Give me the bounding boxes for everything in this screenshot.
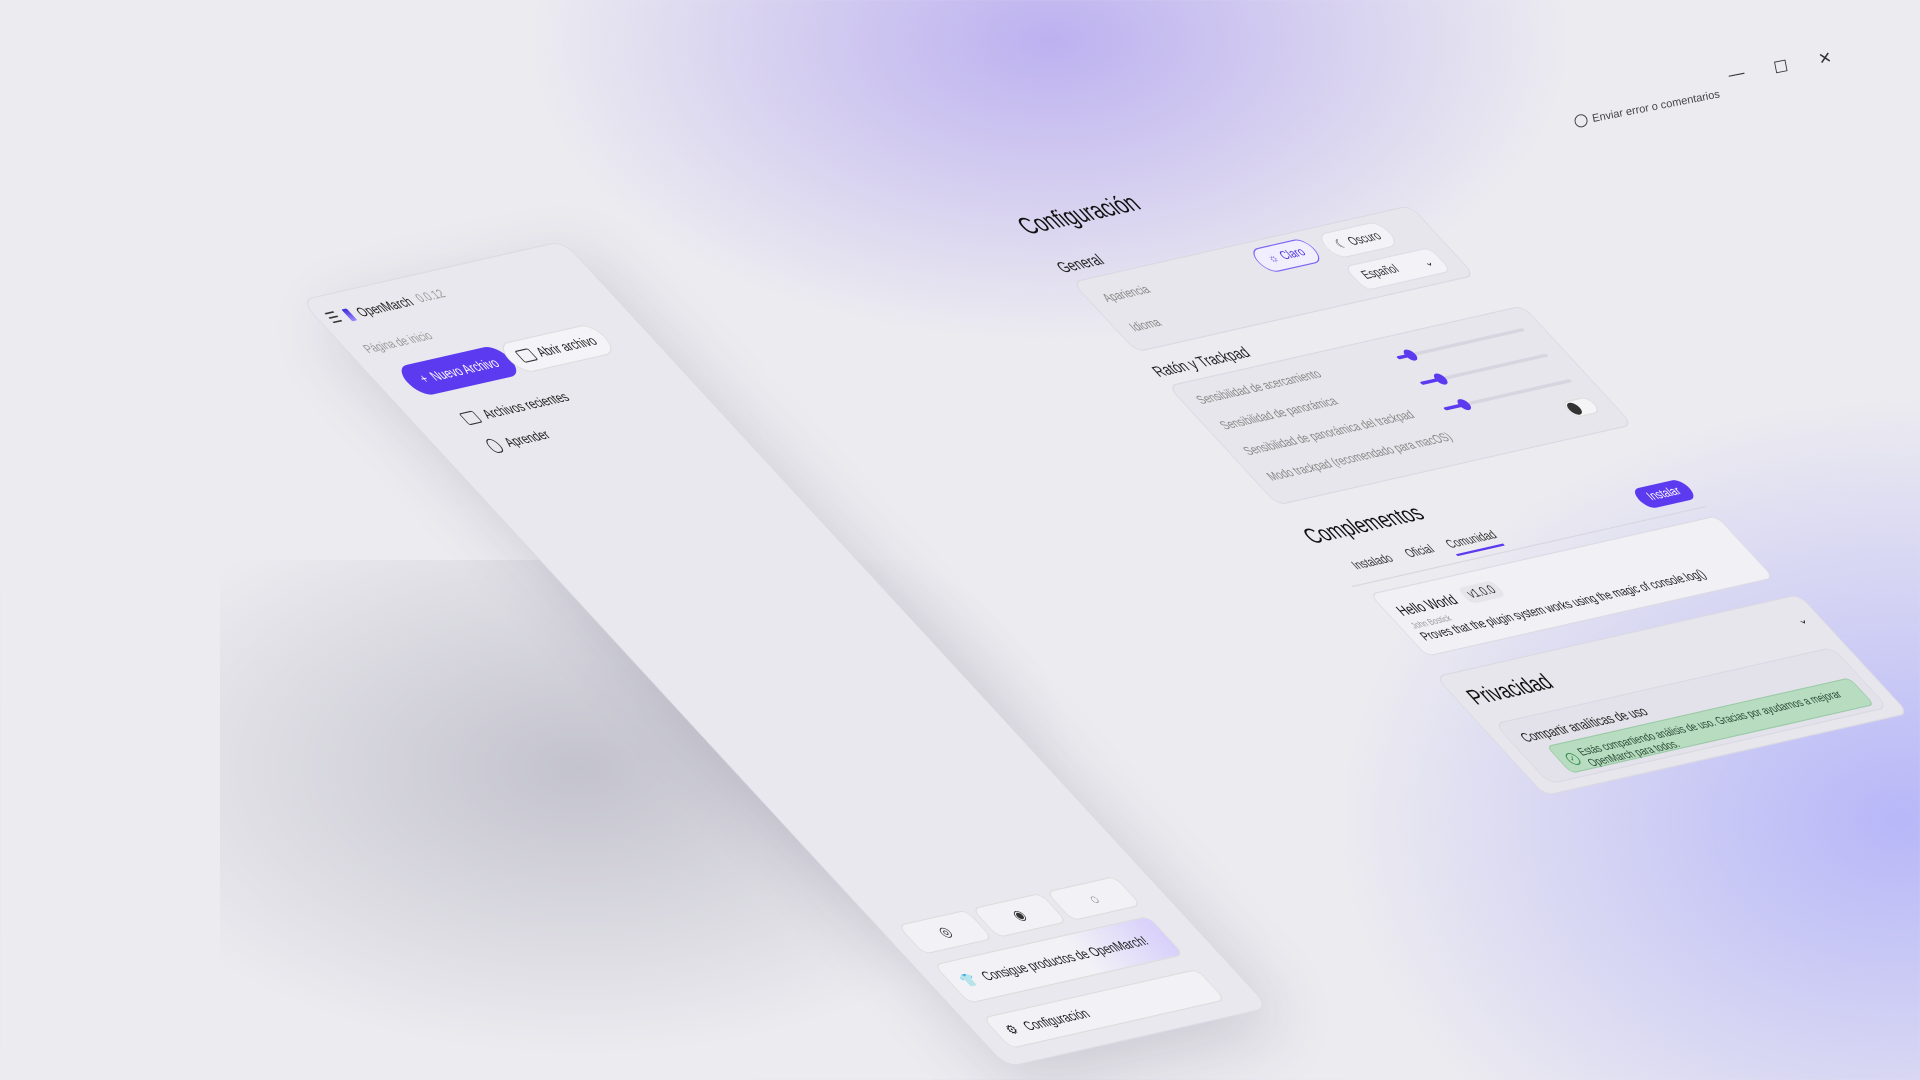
general-section-title: General <box>1051 250 1109 276</box>
plugin-version: v1.0.0 <box>1456 580 1507 605</box>
theme-light-label: Claro <box>1276 245 1310 263</box>
language-label: Idioma <box>1126 316 1166 335</box>
privacy-section-title: Privacidad <box>1461 670 1560 710</box>
tab-official[interactable]: Oficial <box>1402 543 1443 566</box>
install-button[interactable]: Instalar <box>1629 478 1699 510</box>
language-value: Español <box>1358 262 1403 282</box>
plugin-name: Hello World <box>1391 591 1462 619</box>
lightbulb-icon <box>482 437 506 454</box>
minimize-button[interactable]: — <box>1722 63 1751 86</box>
pan-sensitivity-slider[interactable] <box>1419 353 1549 386</box>
feedback-label: Enviar error o comentarios <box>1591 87 1721 125</box>
analytics-notice-text: Estás compartiendo análisis de uso. Grac… <box>1575 688 1846 770</box>
merch-label: Consigue productos de OpenMarch! <box>977 933 1153 984</box>
page-title: Configuración <box>1010 189 1148 240</box>
shirt-icon: 👕 <box>956 971 982 989</box>
github-icon: ◉ <box>1007 906 1031 924</box>
openmarch-logo-icon <box>340 308 357 321</box>
sidebar-item-recent-files[interactable]: Archivos recientes <box>458 389 574 426</box>
share-analytics-row: Compartir analíticas de uso ✓ Estás comp… <box>1493 646 1889 785</box>
mouse-card: Sensibilidad de acercamiento Sensibilida… <box>1167 305 1634 506</box>
chevron-down-icon[interactable]: ⌄ <box>1791 612 1812 628</box>
gear-icon: ⚙ <box>1001 1021 1023 1038</box>
close-button[interactable]: ✕ <box>1810 46 1839 71</box>
folder-icon <box>458 410 483 426</box>
feedback-icon: ◌ <box>1083 890 1104 907</box>
learn-label: Aprender <box>499 426 555 451</box>
theme-dark-button[interactable]: ☾ Oscuro <box>1314 220 1402 260</box>
sidebar-item-learn[interactable]: Aprender <box>482 426 555 454</box>
new-file-label: Nuevo Archivo <box>425 355 504 384</box>
theme-dark-label: Oscuro <box>1344 229 1385 248</box>
toggle-knob <box>1563 401 1585 416</box>
appearance-label: Apariencia <box>1099 283 1155 306</box>
settings-label: Configuración <box>1018 1005 1094 1034</box>
window-chrome: Enviar error o comentarios — ☐ ✕ <box>1570 46 1848 166</box>
maximize-button[interactable]: ☐ <box>1766 55 1795 80</box>
zoom-sensitivity-slider[interactable] <box>1396 327 1526 362</box>
theme-light-button[interactable]: ☼ Claro <box>1247 237 1326 274</box>
plugins-section-title: Complementos <box>1297 501 1431 549</box>
open-file-label: Abrir archivo <box>531 333 602 360</box>
home-section-label: Página de inicio <box>360 329 437 357</box>
recent-files-label: Archivos recientes <box>477 389 574 422</box>
settings-page: Configuración General Apariencia Idioma … <box>1010 108 1920 823</box>
bug-icon <box>1573 113 1589 129</box>
sidebar-header: ☰ OpenMarch 0.0.12 <box>321 285 451 328</box>
feedback-button[interactable]: Enviar error o comentarios <box>1573 87 1721 129</box>
trackpad-pan-sensitivity-slider[interactable] <box>1443 378 1573 412</box>
app-name: OpenMarch <box>351 293 418 320</box>
chevron-down-icon: ⌄ <box>1418 255 1438 270</box>
trackpad-mode-toggle[interactable] <box>1560 396 1602 419</box>
tab-community[interactable]: Comunidad <box>1442 528 1506 557</box>
discord-icon: ◎ <box>933 923 957 941</box>
tab-installed[interactable]: Instalado <box>1349 552 1402 577</box>
app-version: 0.0.12 <box>412 287 449 305</box>
